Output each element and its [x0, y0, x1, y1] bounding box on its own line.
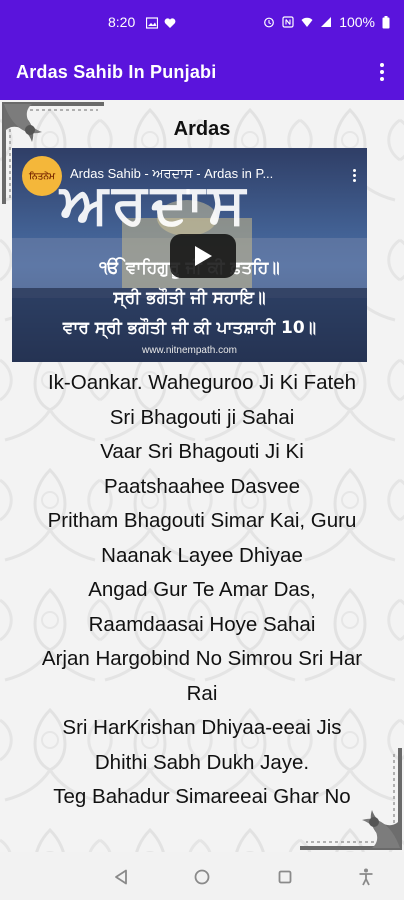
- status-bar: 8:20 100%: [0, 0, 404, 45]
- video-more-button[interactable]: [347, 164, 361, 186]
- play-icon: [195, 246, 212, 266]
- home-icon: [194, 869, 210, 885]
- text-line: Paatshaahee Dasvee: [103, 474, 301, 498]
- battery-percent: 100%: [339, 14, 375, 30]
- play-button[interactable]: [170, 234, 236, 278]
- app-bar: Ardas Sahib In Punjabi: [0, 45, 404, 100]
- video-title[interactable]: Ardas Sahib - ਅਰਦਾਸ - Ardas in P...: [70, 166, 337, 182]
- text-line: Dhithi Sabh Dukh Jaye.: [94, 750, 310, 774]
- home-button[interactable]: [191, 866, 213, 888]
- system-nav-bar: [0, 852, 404, 900]
- text-line: Pritham Bhagouti Simar Kai, Guru: [47, 509, 357, 532]
- text-line: Vaar Sri Bhagouti Ji Ki: [100, 440, 304, 463]
- youtube-video-player[interactable]: ਨਿਤਨੇਮ ਅਰਦਾਸ Ardas Sahib - ਅਰਦਾਸ - Ardas…: [12, 148, 367, 362]
- more-options-button[interactable]: [368, 57, 396, 87]
- back-button[interactable]: [110, 866, 132, 888]
- text-line: Sri HarKrishan Dhiyaa-eeai Jis: [62, 716, 342, 739]
- text-line: Ik-Oankar. Waheguroo Ji Ki Fateh: [47, 371, 357, 394]
- text-line: Sri Bhagouti ji Sahai: [109, 405, 295, 429]
- alarm-icon: [264, 17, 275, 28]
- back-icon: [115, 869, 127, 885]
- accessibility-icon: [359, 868, 373, 886]
- text-line: Naanak Layee Dhiyae: [101, 543, 303, 567]
- gallery-icon: [146, 17, 158, 29]
- text-line: Teg Bahadur Simareeai Ghar No: [53, 785, 351, 808]
- channel-logo[interactable]: ਨਿਤਨੇਮ: [22, 156, 62, 196]
- accessibility-button[interactable]: [355, 866, 377, 888]
- video-text-line: ਵਾਰ ਸ੍ਰੀ ਭਗੌਤੀ ਜੀ ਕੀ ਪਾਤਸ਼ਾਹੀ 10॥: [62, 318, 317, 338]
- text-line: Arjan Hargobind No Simrou Sri Har: [41, 647, 363, 670]
- text-line: Angad Gur Te Amar Das,: [88, 578, 316, 601]
- content-area[interactable]: Ardas ਨਿਤਨੇਮ ਅਰਦਾਸ Ardas Sahib - ਅਰਦਾਸ -…: [0, 100, 404, 852]
- status-time: 8:20: [108, 14, 136, 30]
- heart-icon: [164, 18, 176, 28]
- recents-icon: [278, 870, 292, 884]
- more-vert-icon: [352, 168, 356, 172]
- more-vert-icon: [380, 63, 384, 67]
- recents-button[interactable]: [274, 866, 296, 888]
- video-text-line: ਸ੍ਰੀ ਭਗੌਤੀ ਜੀ ਸਹਾਇ॥: [113, 288, 266, 308]
- app-title: Ardas Sahib In Punjabi: [16, 62, 217, 82]
- video-url-text: www.nitnempath.com: [141, 345, 238, 356]
- wifi-icon: [301, 17, 313, 27]
- ardas-text: Ik-Oankar. Waheguroo Ji Ki Fateh Sri Bha…: [0, 366, 404, 815]
- signal-icon: [321, 17, 332, 27]
- page-title: Ardas: [173, 118, 231, 140]
- nfc-icon: [282, 16, 294, 28]
- battery-icon: [382, 15, 390, 28]
- text-line: Raamdaasai Hoye Sahai: [88, 612, 316, 636]
- text-line: Rai: [186, 681, 218, 705]
